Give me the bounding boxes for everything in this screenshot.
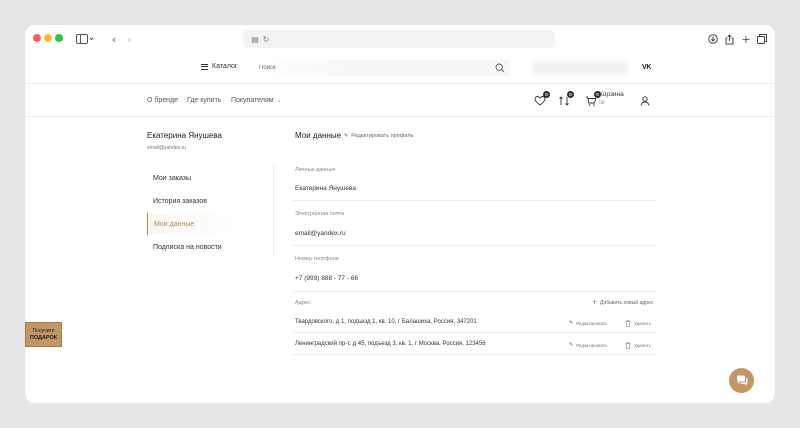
profile-name: Екатерина Янушева: [147, 131, 222, 140]
reload-icon[interactable]: ↻: [260, 33, 272, 45]
email-value: email@yandex.ru: [295, 230, 346, 237]
search-icon[interactable]: [495, 63, 505, 73]
side-menu-divider: [273, 165, 274, 257]
browser-toolbar: ‹ › ▤ ↻ +: [25, 25, 775, 53]
menu-icon: [201, 63, 208, 70]
catalog-button[interactable]: Каталог: [201, 63, 237, 70]
edit-address-label: Редактировать: [576, 320, 608, 326]
gift-line-1: Получите: [32, 327, 55, 334]
back-icon[interactable]: ‹: [107, 32, 121, 46]
user-icon: [640, 96, 650, 106]
personal-data-value: Екатерина Янушева: [295, 185, 356, 192]
account-button[interactable]: [639, 94, 651, 106]
delete-address-label: Удалить: [634, 343, 652, 348]
catalog-label: Каталог: [212, 63, 238, 70]
divider: [293, 291, 657, 292]
add-address-label: Добавить новый адрес: [600, 299, 654, 306]
divider: [293, 245, 657, 246]
search-input[interactable]: [259, 63, 479, 73]
browser-window: ‹ › ▤ ↻ + Каталог VK О бренде Где к: [25, 25, 775, 403]
delete-address-label: Удалить: [634, 321, 652, 326]
compare-count: 0: [567, 91, 574, 98]
address-label: Адрес: [295, 300, 311, 306]
compare-button[interactable]: 0: [558, 91, 574, 106]
chat-icon: [736, 375, 747, 386]
edit-address-button[interactable]: ✎ Редактировать: [569, 320, 607, 326]
edit-profile-link[interactable]: ✎ Редактировать профиль: [344, 133, 414, 139]
gift-line-2: ПОДАРОК: [29, 334, 58, 341]
gift-promo-button[interactable]: Получите ПОДАРОК: [25, 322, 62, 347]
nav-for-buyers-label: Покупателям: [231, 97, 274, 104]
close-window-button[interactable]: [33, 34, 41, 42]
plus-icon: +: [592, 299, 598, 306]
trash-icon: [625, 320, 631, 327]
cart-label[interactable]: Корзина: [599, 91, 624, 99]
profile-email: email@yandex.ru: [147, 145, 186, 151]
profile-side-menu: Мои заказы История заказов Мои данные По…: [147, 165, 275, 285]
side-menu-newsletter[interactable]: Подписка на новости: [147, 236, 237, 258]
nav-for-buyers[interactable]: Покупателям ⌄: [231, 97, 282, 104]
address-text: Ленинградский пр-т, д 45, подъезд 3, кв.…: [295, 341, 486, 347]
maximize-window-button[interactable]: [55, 34, 63, 42]
minimize-window-button[interactable]: [44, 34, 52, 42]
secondary-nav: О бренде Где купить Покупателям ⌄ 0 0 0 К…: [25, 84, 775, 117]
pencil-icon: ✎: [569, 342, 574, 348]
pencil-icon: ✎: [344, 133, 349, 139]
cart-sum: 0₽: [599, 100, 605, 106]
download-icon[interactable]: [706, 32, 720, 46]
blurred-header-area: [533, 62, 628, 74]
page-title: Мои данные: [295, 131, 342, 140]
email-label: Электронная почта: [295, 211, 345, 217]
chat-button[interactable]: [729, 368, 754, 393]
nav-about-brand[interactable]: О бренде: [147, 97, 178, 104]
forward-icon[interactable]: ›: [122, 32, 136, 46]
chevron-down-icon: ⌄: [276, 97, 282, 104]
address-bar[interactable]: ▤ ↻: [243, 30, 555, 48]
address-row: Ленинградский пр-т, д 45, подъезд 3, кв.…: [293, 334, 657, 355]
new-tab-icon[interactable]: +: [739, 32, 753, 46]
share-icon[interactable]: [722, 32, 736, 46]
tab-overview-icon[interactable]: [755, 32, 769, 46]
phone-label: Номер телефона: [295, 256, 339, 262]
edit-address-label: Редактировать: [576, 342, 608, 348]
nav-where-to-buy[interactable]: Где купить: [187, 97, 221, 104]
address-row: Твардовского, д 1, подъезд 1, кв. 10, г …: [293, 312, 657, 333]
side-menu-my-orders[interactable]: Мои заказы: [147, 167, 237, 189]
side-menu-order-history[interactable]: История заказов: [147, 190, 237, 212]
side-menu-my-data[interactable]: Мои данные: [147, 213, 237, 235]
edit-address-button[interactable]: ✎ Редактировать: [569, 342, 607, 348]
personal-data-label: Личные данные: [295, 167, 336, 173]
trash-icon: [625, 342, 631, 349]
address-text: Твардовского, д 1, подъезд 1, кв. 10, г …: [295, 319, 477, 325]
cart-button[interactable]: 0: [585, 91, 601, 106]
favorites-button[interactable]: 0: [534, 91, 550, 106]
delete-address-button[interactable]: Удалить: [625, 342, 651, 349]
divider: [293, 200, 657, 201]
favorites-count: 0: [543, 91, 550, 98]
vk-link[interactable]: VK: [642, 64, 651, 71]
search-box: [255, 60, 510, 76]
pencil-icon: ✎: [569, 320, 574, 326]
add-address-button[interactable]: + Добавить новый адрес: [592, 299, 653, 306]
delete-address-button[interactable]: Удалить: [625, 320, 651, 327]
phone-value: +7 (999) 888 - 77 - 66: [295, 275, 359, 282]
site-header: Каталог VK: [25, 53, 775, 84]
edit-profile-label: Редактировать профиль: [351, 133, 414, 139]
sidebar-toggle-icon[interactable]: [75, 32, 95, 46]
